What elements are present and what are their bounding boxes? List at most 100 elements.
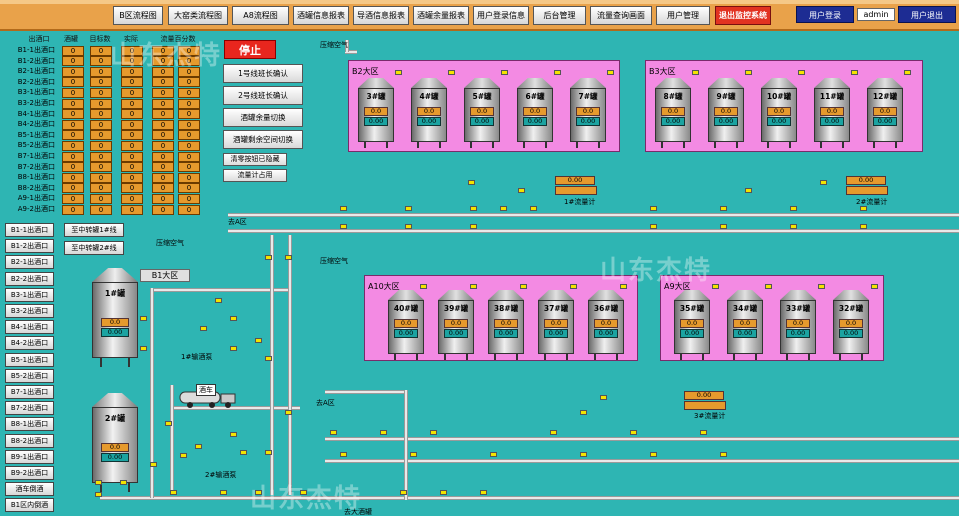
valve-icon[interactable] — [860, 206, 867, 211]
side-button-13[interactable]: B8-2出酒口 — [5, 433, 54, 448]
valve-icon[interactable] — [470, 224, 477, 229]
valve-icon[interactable] — [230, 346, 237, 351]
valve-icon[interactable] — [550, 430, 557, 435]
valve-icon[interactable] — [650, 206, 657, 211]
valve-icon[interactable] — [395, 70, 402, 75]
valve-icon[interactable] — [530, 206, 537, 211]
valve-icon[interactable] — [490, 452, 497, 457]
side-button-8[interactable]: B5-1出酒口 — [5, 352, 54, 367]
valve-icon[interactable] — [340, 452, 347, 457]
nav-kiln-flowchart[interactable]: 大窑类流程图 — [168, 6, 228, 25]
wine-tank[interactable]: 4#罐 0.0 0.00 — [411, 78, 447, 148]
transfer-line2-button[interactable]: 至中转罐2#线 — [64, 241, 124, 255]
valve-icon[interactable] — [480, 490, 487, 495]
b1-tank-1[interactable]: 1#罐 0.0 0.00 — [92, 268, 138, 368]
wine-tank[interactable]: 11#罐 0.0 0.00 — [814, 78, 850, 148]
valve-icon[interactable] — [650, 452, 657, 457]
valve-icon[interactable] — [500, 206, 507, 211]
valve-icon[interactable] — [470, 206, 477, 211]
side-button-4[interactable]: B3-1出酒口 — [5, 287, 54, 302]
valve-icon[interactable] — [265, 450, 272, 455]
valve-icon[interactable] — [720, 452, 727, 457]
side-button-15[interactable]: B9-2出酒口 — [5, 466, 54, 480]
valve-icon[interactable] — [330, 430, 337, 435]
b1-tank-2[interactable]: 2#罐 0.0 0.00 — [92, 393, 138, 493]
logout-button[interactable]: 用户退出 — [898, 6, 956, 23]
clear-hidden-button[interactable]: 清零按钮已隐藏 — [223, 153, 287, 166]
valve-icon[interactable] — [265, 255, 272, 260]
valve-icon[interactable] — [580, 410, 587, 415]
wine-tank[interactable]: 36#罐 0.0 0.00 — [588, 290, 624, 360]
side-button-10[interactable]: B7-1出酒口 — [5, 385, 54, 399]
valve-icon[interactable] — [851, 70, 858, 75]
switch-space-button[interactable]: 酒罐剩余空间切换 — [223, 130, 303, 149]
login-button[interactable]: 用户登录 — [796, 6, 854, 23]
valve-icon[interactable] — [620, 284, 627, 289]
stop-button[interactable]: 停止 — [224, 40, 276, 59]
valve-icon[interactable] — [650, 224, 657, 229]
valve-icon[interactable] — [820, 180, 827, 185]
wine-tank[interactable]: 39#罐 0.0 0.00 — [438, 290, 474, 360]
valve-icon[interactable] — [195, 444, 202, 449]
side-button-17[interactable]: B1区内倒酒 — [5, 498, 54, 513]
valve-icon[interactable] — [570, 284, 577, 289]
valve-icon[interactable] — [255, 490, 262, 495]
valve-icon[interactable] — [818, 284, 825, 289]
nav-login-info[interactable]: 用户登录信息 — [473, 6, 529, 25]
side-button-9[interactable]: B5-2出酒口 — [5, 368, 54, 383]
valve-icon[interactable] — [600, 395, 607, 400]
nav-transfer-report[interactable]: 导酒信息报表 — [353, 6, 409, 25]
valve-icon[interactable] — [904, 70, 911, 75]
valve-icon[interactable] — [430, 430, 437, 435]
valve-icon[interactable] — [420, 284, 427, 289]
wine-tank[interactable]: 9#罐 0.0 0.00 — [708, 78, 744, 148]
valve-icon[interactable] — [607, 70, 614, 75]
valve-icon[interactable] — [790, 206, 797, 211]
valve-icon[interactable] — [120, 480, 127, 485]
valve-icon[interactable] — [501, 70, 508, 75]
valve-icon[interactable] — [285, 255, 292, 260]
wine-tank[interactable]: 33#罐 0.0 0.00 — [780, 290, 816, 360]
valve-icon[interactable] — [300, 490, 307, 495]
transfer-line1-button[interactable]: 至中转罐1#线 — [64, 223, 124, 237]
switch-remaining-button[interactable]: 酒罐余量切换 — [223, 108, 303, 127]
nav-user-mgmt[interactable]: 用户管理 — [656, 6, 710, 25]
valve-icon[interactable] — [470, 284, 477, 289]
wine-tank[interactable]: 12#罐 0.0 0.00 — [867, 78, 903, 148]
side-button-12[interactable]: B8-1出酒口 — [5, 417, 54, 432]
valve-icon[interactable] — [765, 284, 772, 289]
wine-tank[interactable]: 35#罐 0.0 0.00 — [674, 290, 710, 360]
side-button-1[interactable]: B1-2出酒口 — [5, 239, 54, 254]
wine-tank[interactable]: 32#罐 0.0 0.00 — [833, 290, 869, 360]
valve-icon[interactable] — [170, 490, 177, 495]
valve-icon[interactable] — [200, 326, 207, 331]
side-button-0[interactable]: B1-1出酒口 — [5, 223, 54, 237]
side-button-6[interactable]: B4-1出酒口 — [5, 320, 54, 335]
nav-tank-report[interactable]: 酒罐信息报表 — [293, 6, 349, 25]
valve-icon[interactable] — [440, 490, 447, 495]
valve-icon[interactable] — [140, 316, 147, 321]
valve-icon[interactable] — [745, 70, 752, 75]
valve-icon[interactable] — [95, 492, 102, 497]
valve-icon[interactable] — [790, 224, 797, 229]
valve-icon[interactable] — [400, 490, 407, 495]
wine-tank[interactable]: 34#罐 0.0 0.00 — [727, 290, 763, 360]
valve-icon[interactable] — [140, 346, 147, 351]
valve-icon[interactable] — [285, 410, 292, 415]
nav-a8-flowchart[interactable]: A8流程图 — [232, 6, 289, 25]
wine-tank[interactable]: 7#罐 0.0 0.00 — [570, 78, 606, 148]
side-button-2[interactable]: B2-1出酒口 — [5, 255, 54, 270]
valve-icon[interactable] — [340, 224, 347, 229]
valve-icon[interactable] — [720, 224, 727, 229]
valve-icon[interactable] — [180, 453, 187, 458]
wine-tank[interactable]: 8#罐 0.0 0.00 — [655, 78, 691, 148]
wine-tank[interactable]: 3#罐 0.0 0.00 — [358, 78, 394, 148]
valve-icon[interactable] — [518, 188, 525, 193]
valve-icon[interactable] — [255, 338, 262, 343]
valve-icon[interactable] — [798, 70, 805, 75]
valve-icon[interactable] — [630, 430, 637, 435]
valve-icon[interactable] — [150, 462, 157, 467]
side-button-7[interactable]: B4-2出酒口 — [5, 336, 54, 351]
valve-icon[interactable] — [405, 206, 412, 211]
valve-icon[interactable] — [554, 70, 561, 75]
